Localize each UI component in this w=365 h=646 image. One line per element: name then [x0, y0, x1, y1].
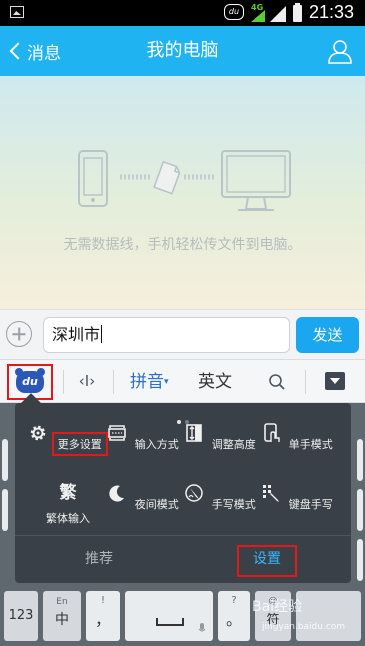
toolbar-divider	[63, 370, 64, 394]
key-partial-right[interactable]	[357, 489, 363, 531]
cursor-move-icon[interactable]: ‹I›	[76, 372, 98, 392]
toolbar-divider	[113, 370, 114, 394]
key-partial-left[interactable]	[2, 489, 8, 531]
status-bar: du 4G 21:33	[0, 0, 365, 26]
space-key[interactable]	[125, 591, 213, 641]
gear-icon	[31, 425, 46, 441]
tab-settings-label: 设置	[253, 551, 281, 567]
keyboard-handwriting-option[interactable]: 键盘手写	[259, 483, 339, 533]
period-key[interactable]: ? 。	[218, 591, 250, 641]
pinyin-label: 拼音	[130, 372, 164, 392]
text-cursor	[101, 325, 103, 343]
adjust-height-option[interactable]: 调整高度	[182, 423, 262, 473]
tab-recommended[interactable]: 推荐	[15, 536, 183, 583]
image-notification-icon	[10, 6, 24, 18]
handwriting-icon	[185, 484, 203, 502]
ime-quick-menu: 更多设置 输入方式 调整高度 单手模式 繁 繁体输入 夜间模式 手写模式 键盘手…	[15, 403, 351, 583]
message-input[interactable]: 深圳市	[43, 317, 290, 353]
message-input-value: 深圳市	[52, 325, 101, 344]
keyboard-layout-icon	[108, 425, 127, 441]
microphone-icon	[198, 623, 206, 632]
input-method-option[interactable]: 输入方式	[105, 423, 185, 473]
moon-icon	[109, 485, 125, 502]
du-keyboard-status-icon: du	[224, 4, 244, 20]
traditional-input-label: 繁体输入	[46, 512, 90, 525]
key-partial-right[interactable]	[357, 539, 363, 581]
traditional-input-option[interactable]: 繁 繁体输入	[28, 483, 108, 533]
key-partial-right[interactable]	[357, 439, 363, 481]
pinyin-mode-tab[interactable]: 拼音▾	[130, 360, 169, 404]
person-outline-icon[interactable]	[327, 38, 353, 64]
comma-key-top-label: !	[100, 595, 105, 606]
more-settings-option[interactable]: 更多设置	[28, 423, 108, 473]
search-icon[interactable]	[268, 373, 286, 391]
hide-keyboard-button[interactable]	[325, 372, 345, 390]
clock: 21:33	[309, 2, 355, 22]
comma-key[interactable]: ! ，	[86, 591, 120, 641]
space-bar-icon	[156, 618, 184, 626]
back-label: 消息	[27, 43, 61, 64]
one-hand-mode-option[interactable]: 单手模式	[259, 423, 339, 473]
transfer-hint-text: 无需数据线，手机轻松传文件到电脑。	[63, 237, 302, 253]
phone-to-computer-illustration	[78, 150, 291, 211]
traditional-chinese-icon: 繁	[59, 483, 77, 503]
key-partial-left[interactable]	[2, 439, 8, 481]
chevron-left-icon	[9, 42, 27, 60]
period-key-top-label: ?	[231, 595, 237, 606]
language-switch-key[interactable]: En 中	[43, 591, 81, 641]
more-settings-label: 更多设置	[51, 432, 108, 456]
adjust-height-label: 调整高度	[211, 438, 256, 451]
transfer-hint-area: 无需数据线，手机轻松传文件到电脑。	[0, 76, 365, 309]
keyboard-handwriting-icon	[263, 485, 280, 502]
numeric-keyboard-key[interactable]: 123	[4, 591, 38, 641]
lang-key-label: 中	[55, 612, 69, 628]
signal-strength-icon	[270, 6, 286, 22]
network-type-label: 4G	[251, 3, 264, 12]
watermark-logo: Bai经验	[252, 599, 303, 615]
enter-key[interactable]	[296, 591, 361, 641]
night-mode-label: 夜间模式	[134, 498, 179, 511]
ime-toolbar: du ‹I› 拼音▾ 英文	[0, 359, 365, 403]
title-bar: 我的电脑 消息	[0, 26, 365, 76]
lang-key-top-label: En	[56, 597, 68, 607]
watermark-url: jingyan.baidu.com	[262, 622, 346, 632]
message-input-bar: 深圳市 发送	[0, 309, 365, 359]
back-button[interactable]: 消息	[8, 26, 61, 76]
handwriting-mode-option[interactable]: 手写模式	[182, 483, 262, 533]
battery-icon	[293, 3, 302, 22]
one-hand-icon	[264, 423, 280, 442]
comma-key-label: ，	[94, 610, 111, 629]
night-mode-option[interactable]: 夜间模式	[105, 483, 185, 533]
handwriting-mode-label: 手写模式	[211, 498, 256, 511]
caret-down-icon: ▾	[164, 377, 169, 387]
input-method-label: 输入方式	[134, 438, 179, 451]
one-hand-mode-label: 单手模式	[288, 438, 333, 451]
period-key-label: 。	[225, 610, 242, 629]
du-bear-icon: du	[15, 368, 45, 393]
add-attachment-button[interactable]	[6, 321, 32, 347]
adjust-height-icon	[186, 424, 203, 442]
keyboard-handwriting-label: 键盘手写	[288, 498, 333, 511]
tab-settings[interactable]: 设置	[233, 536, 301, 583]
send-button[interactable]: 发送	[296, 317, 359, 353]
toolbar-divider	[305, 370, 306, 394]
english-mode-tab[interactable]: 英文	[198, 360, 232, 404]
